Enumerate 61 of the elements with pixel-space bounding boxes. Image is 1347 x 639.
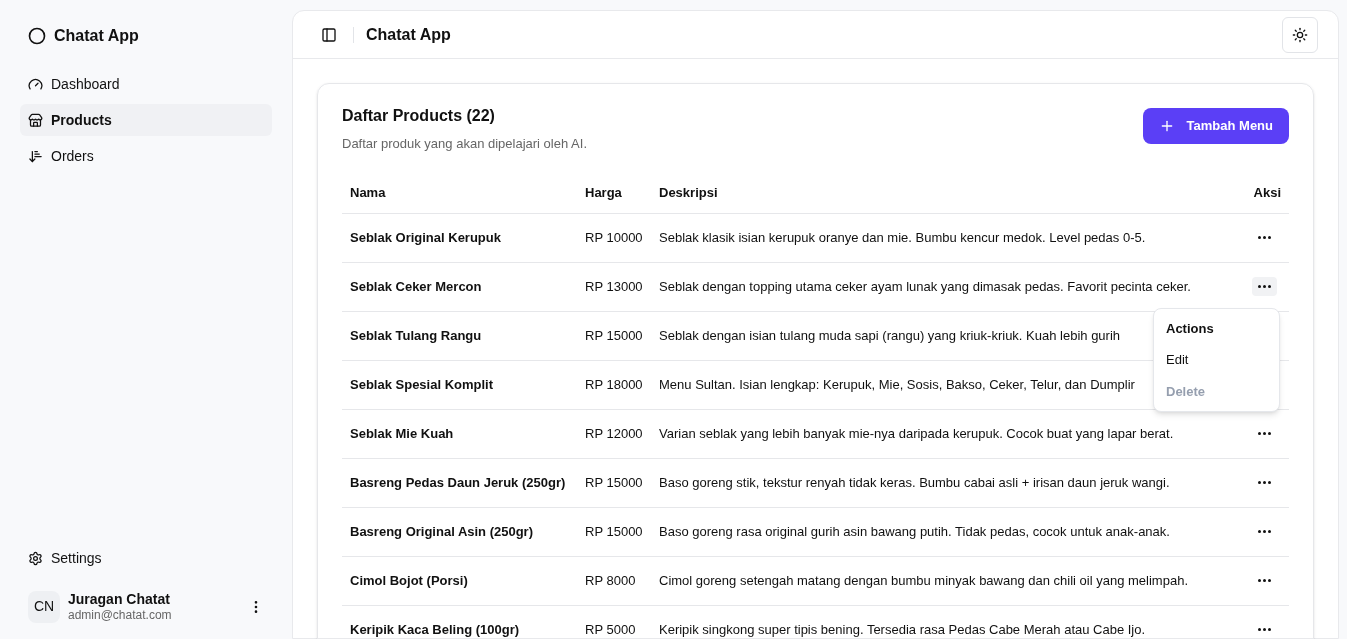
table-cell-text: Seblak Tulang Rangu <box>349 326 483 345</box>
table-cell-text: Keripik Kaca Beling (100gr) <box>349 620 521 639</box>
table-cell: Seblak klasik isian kerupuk oranye dan mie. Bumbu kencur medok. Level pedas 0-5. <box>659 229 1146 245</box>
table-cell-text: RP 10000 <box>584 228 644 247</box>
ellipsis-icon <box>1258 579 1271 582</box>
column-header: Harga <box>584 184 623 203</box>
ellipsis-icon <box>1258 481 1271 484</box>
sun-icon <box>1292 26 1308 43</box>
sidebar-item[interactable]: Products <box>20 104 272 136</box>
panel-icon <box>321 26 337 43</box>
store-icon <box>28 112 43 128</box>
table-cell: Varian seblak yang lebih banyak mie-nya daripada kerupuk. Cocok buat yang lapar berat. <box>659 425 1174 441</box>
logo-icon <box>28 27 46 45</box>
table-cell-text: Cimol Bojot (Porsi) <box>349 571 469 590</box>
table-cell-text: RP 18000 <box>584 375 644 394</box>
card-subtitle: Daftar produk yang akan dipelajari oleh AI. <box>342 135 587 153</box>
settings-item[interactable]: Settings <box>20 542 272 575</box>
table-cell: Keripik singkong super tipis bening. Tersedia rasa Pedas Cabe Merah atau Cabe Ijo. <box>659 621 1146 637</box>
ellipsis-icon <box>1258 236 1271 239</box>
ellipsis-icon <box>1258 285 1271 288</box>
column-header: Aksi <box>1252 184 1282 203</box>
sidebar-item[interactable]: Orders <box>20 140 272 172</box>
table-cell-text: RP 5000 <box>584 620 637 639</box>
table-cell: Menu Sultan. Isian lengkap: Kerupuk, Mie, Sosis, Bakso, Ceker, Telur, dan Dumplir <box>659 376 1135 392</box>
table-cell: Seblak dengan topping utama ceker ayam lunak yang dimasak pedas. Favorit pecinta ceker. <box>659 278 1191 294</box>
table-cell-text: RP 8000 <box>584 571 637 590</box>
gauge-icon <box>28 76 43 92</box>
avatar: CN <box>28 590 60 623</box>
table-cell-text: Seblak Original Kerupuk <box>349 228 502 247</box>
column-header: Deskripsi <box>658 184 719 203</box>
menu-label: Actions <box>1165 319 1215 338</box>
ellipsis-icon <box>1258 628 1271 631</box>
sort-icon <box>28 148 43 164</box>
ellipsis-icon <box>1258 530 1271 533</box>
theme-toggle-button[interactable] <box>1282 16 1318 53</box>
settings-icon <box>28 551 43 566</box>
table-cell-text: RP 13000 <box>584 277 644 296</box>
add-menu-button[interactable]: Tambah Menu <box>1142 108 1289 144</box>
row-actions-button[interactable] <box>1252 277 1277 296</box>
table-cell: Baso goreng rasa original gurih asin bawang putih. Tidak pedas, cocok untuk anak-anak. <box>659 523 1170 539</box>
column-header: Nama <box>349 184 387 203</box>
table-cell-text: Seblak Mie Kuah <box>349 424 455 443</box>
table-cell-text: RP 12000 <box>584 424 644 443</box>
sidebar-item[interactable]: Dashboard <box>20 68 272 100</box>
table-cell-text: Seblak Ceker Mercon <box>349 277 483 296</box>
card-title: Daftar Products (22) <box>342 106 496 126</box>
ellipsis-icon <box>1258 432 1271 435</box>
user-name: Juragan Chatat <box>68 590 171 608</box>
table-cell: Baso goreng stik, tekstur renyah tidak keras. Bumbu cabai asli + irisan daun jeruk wangi. <box>659 474 1170 490</box>
app-name: Chatat App <box>54 26 139 46</box>
table-cell: Seblak dengan isian tulang muda sapi (rangu) yang kriuk-kriuk. Kuah lebih gurih <box>659 327 1121 343</box>
user-email: admin@chatat.com <box>68 608 173 623</box>
menu-item[interactable]: Edit <box>1158 344 1275 376</box>
page-title: Chatat App <box>366 24 451 45</box>
table-cell-text: Basreng Original Asin (250gr) <box>349 522 534 541</box>
table-cell: Cimol goreng setengah matang dengan bumbu minyak bawang dan chili oil yang melimpah. <box>659 572 1188 588</box>
table-cell-text: Basreng Pedas Daun Jeruk (250gr) <box>349 473 567 492</box>
table-cell-text: RP 15000 <box>584 522 644 541</box>
table-cell-text: RP 15000 <box>584 473 644 492</box>
table-cell-text: RP 15000 <box>584 326 644 345</box>
table-cell-text: Seblak Spesial Komplit <box>349 375 495 394</box>
